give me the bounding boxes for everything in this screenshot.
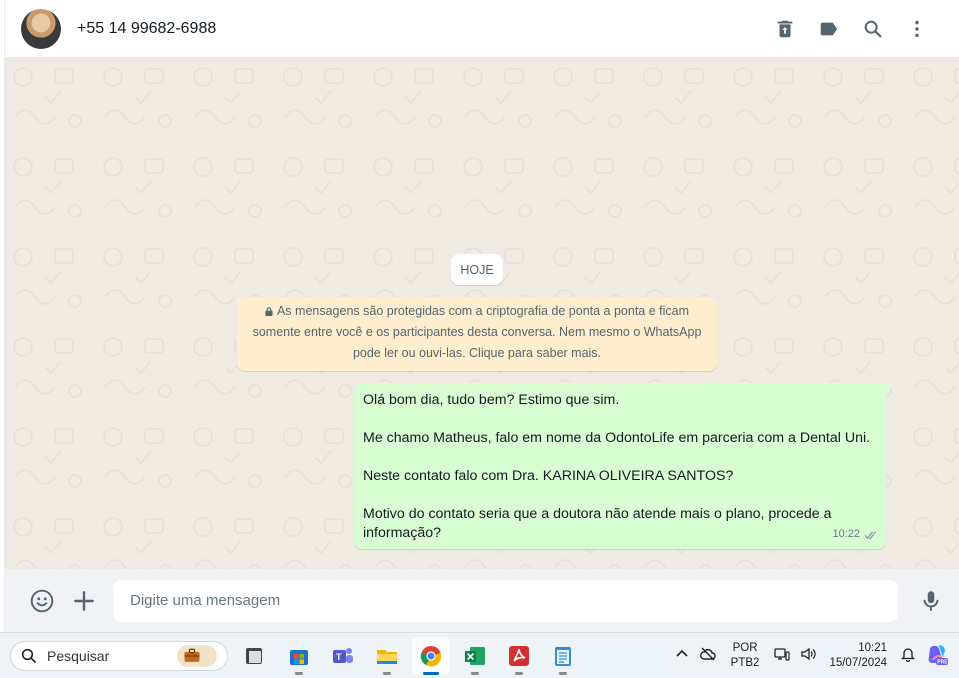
- label-icon[interactable]: [807, 9, 851, 49]
- encryption-line-2: somente entre você e os participantes de…: [252, 325, 702, 339]
- attach-plus-icon[interactable]: [63, 580, 105, 622]
- date-chip: HOJE: [451, 254, 503, 285]
- header-actions: [763, 9, 939, 49]
- message-line: Olá bom dia, tudo bem? Estimo que sim.: [363, 392, 620, 408]
- message-line: informação?: [363, 525, 442, 541]
- encryption-line-3: pode ler ou ouvi-las. Clique para saber …: [352, 346, 602, 360]
- emoji-icon[interactable]: [21, 580, 63, 622]
- message-composer: Digite uma mensagem: [5, 569, 959, 632]
- system-tray: POR PTB2 10:21 15/07/2024 PRE: [673, 641, 959, 671]
- taskbar-app-chrome[interactable]: [412, 636, 450, 675]
- message-input[interactable]: Digite uma mensagem: [113, 579, 898, 622]
- chevron-up-icon[interactable]: [673, 645, 691, 666]
- taskbar-apps: T: [236, 636, 582, 675]
- copilot-icon[interactable]: PRE: [925, 642, 949, 669]
- network-icon[interactable]: [773, 645, 791, 666]
- briefcase-icon: [177, 644, 217, 667]
- language-code: POR: [732, 641, 758, 654]
- keyboard-layout: PTB2: [730, 656, 760, 669]
- clock-date: 15/07/2024: [829, 656, 887, 669]
- taskbar-app-notepad[interactable]: [544, 637, 582, 675]
- outgoing-message[interactable]: Olá bom dia, tudo bem? Estimo que sim. M…: [354, 383, 886, 549]
- chat-header: +55 14 99682-6988: [5, 0, 959, 57]
- message-meta: 10:22: [832, 525, 878, 544]
- clock-time: 10:21: [858, 641, 887, 654]
- delete-icon[interactable]: [763, 9, 807, 49]
- menu-icon[interactable]: [895, 9, 939, 49]
- taskbar-search-label: Pesquisar: [47, 647, 110, 664]
- encryption-line-1: As mensagens são protegidas com a cripto…: [276, 304, 690, 318]
- message-time: 10:22: [832, 528, 860, 540]
- taskbar-app-acrobat[interactable]: [500, 637, 538, 675]
- taskbar-search[interactable]: Pesquisar: [10, 640, 228, 671]
- taskbar-app-terminal[interactable]: [236, 637, 274, 675]
- conversation-panel[interactable]: HOJE As mensagens são protegidas com a c…: [5, 57, 959, 569]
- message-line: Motivo do contato seria que a doutora nã…: [363, 506, 832, 522]
- svg-text:T: T: [336, 652, 342, 662]
- message-input-placeholder: Digite uma mensagem: [130, 592, 281, 609]
- clock[interactable]: 10:21 15/07/2024: [829, 641, 887, 671]
- contact-avatar[interactable]: [21, 8, 61, 49]
- message-line: Neste contato falo com Dra. KARINA OLIVE…: [363, 468, 734, 484]
- search-icon[interactable]: [851, 9, 895, 49]
- double-check-icon: [864, 531, 876, 540]
- svg-text:PRE: PRE: [937, 660, 948, 666]
- encryption-notice[interactable]: As mensagens são protegidas com a cripto…: [237, 297, 717, 371]
- lock-icon: [265, 307, 273, 316]
- bubble-tail: [886, 383, 894, 395]
- notification-bell-icon[interactable]: [899, 645, 917, 666]
- input-language[interactable]: POR PTB2: [731, 641, 760, 671]
- taskbar-app-file-explorer[interactable]: [368, 637, 406, 675]
- taskbar-app-excel[interactable]: [456, 637, 494, 675]
- volume-icon[interactable]: [799, 645, 817, 666]
- search-icon: [21, 648, 37, 663]
- taskbar-app-teams[interactable]: T: [324, 637, 362, 675]
- message-line: Me chamo Matheus, falo em nome da Odonto…: [363, 430, 871, 446]
- contact-name[interactable]: +55 14 99682-6988: [77, 20, 216, 38]
- cloud-offline-icon[interactable]: [699, 645, 717, 666]
- microphone-icon[interactable]: [910, 580, 952, 622]
- taskbar-app-store[interactable]: [280, 637, 318, 675]
- windows-taskbar: Pesquisar T POR PTB2 10:21 15/07/2024 PR…: [0, 632, 959, 678]
